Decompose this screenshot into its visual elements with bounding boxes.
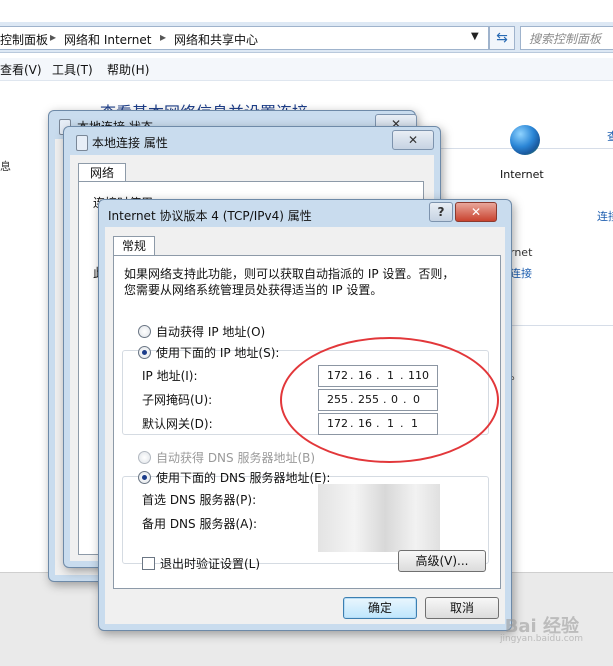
close-button[interactable]: ✕ (455, 202, 497, 222)
radio-manual-ip[interactable] (138, 346, 151, 359)
ipv4-dialog-title: Internet 协议版本 4 (TCP/IPv4) 属性 (108, 209, 312, 223)
radio-auto-ip[interactable] (138, 325, 151, 338)
side-link-fragment[interactable]: 查 (607, 128, 613, 144)
description-line-1: 如果网络支持此功能，则可以获取自动指派的 IP 设置。否则， (124, 267, 455, 281)
ip-address-label: IP 地址(I): (142, 369, 198, 383)
dns-fields-redacted[interactable] (318, 524, 440, 552)
dns-fields-redacted[interactable] (318, 484, 440, 528)
breadcrumb-control-panel[interactable]: 控制面板 (0, 31, 48, 48)
search-input[interactable]: 搜索控制面板 (520, 26, 613, 50)
subnet-mask-label: 子网掩码(U): (142, 393, 213, 407)
refresh-icon[interactable]: ⇆ (489, 26, 515, 50)
network-link-fragment[interactable]: 连接 (510, 265, 532, 281)
watermark-url: jingyan.baidu.com (499, 634, 583, 644)
address-dropdown-icon[interactable]: ▼ (471, 31, 479, 42)
menu-tools[interactable]: 工具(T) (52, 61, 93, 78)
radio-manual-dns[interactable] (138, 471, 151, 484)
gateway-label: 默认网关(D): (142, 417, 213, 431)
validate-checkbox[interactable] (142, 557, 155, 570)
address-bar: 控制面板 ▸ 网络和 Internet ▸ 网络和共享中心 ▼ ⇆ 搜索控制面板 (0, 22, 613, 53)
close-icon[interactable]: ✕ (392, 130, 434, 150)
breadcrumb-separator-icon[interactable]: ▸ (160, 30, 166, 44)
alternate-dns-label: 备用 DNS 服务器(A): (142, 517, 258, 531)
help-button[interactable]: ? (429, 202, 453, 222)
side-link-fragment[interactable]: 连接 (597, 208, 613, 224)
internet-globe-icon (510, 125, 540, 155)
breadcrumb-separator-icon[interactable]: ▸ (50, 30, 56, 44)
cancel-button[interactable]: 取消 (425, 597, 499, 619)
properties-window-title: 本地连接 属性 (92, 136, 168, 150)
tab-general[interactable]: 常规 (113, 236, 155, 256)
radio-manual-dns-label[interactable]: 使用下面的 DNS 服务器地址(E): (156, 469, 330, 486)
menu-bar: 查看(V) 工具(T) 帮助(H) (0, 58, 613, 81)
preferred-dns-label: 首选 DNS 服务器(P): (142, 493, 257, 507)
internet-label: Internet (500, 168, 544, 181)
breadcrumb-sharing-center[interactable]: 网络和共享中心 (174, 31, 258, 48)
network-type-fragment: rnet (510, 246, 533, 259)
ok-button[interactable]: 确定 (343, 597, 417, 619)
validate-checkbox-label[interactable]: 退出时验证设置(L) (160, 555, 260, 572)
search-placeholder: 搜索控制面板 (529, 32, 602, 46)
radio-manual-ip-label[interactable]: 使用下面的 IP 地址(S): (156, 344, 279, 361)
highlight-ellipse (280, 337, 499, 463)
menu-view[interactable]: 查看(V) (0, 61, 42, 78)
network-adapter-icon (76, 135, 88, 151)
radio-auto-dns[interactable] (138, 451, 151, 464)
advanced-button[interactable]: 高级(V)... (398, 550, 486, 572)
tab-network[interactable]: 网络 (78, 163, 126, 182)
divider (510, 325, 613, 326)
breadcrumb-network-internet[interactable]: 网络和 Internet (64, 31, 151, 48)
radio-auto-ip-label[interactable]: 自动获得 IP 地址(O) (156, 323, 265, 340)
address-field[interactable]: 控制面板 ▸ 网络和 Internet ▸ 网络和共享中心 ▼ (0, 26, 489, 50)
menu-help[interactable]: 帮助(H) (107, 61, 149, 78)
description-line-2: 您需要从网络系统管理员处获得适当的 IP 设置。 (124, 283, 383, 297)
radio-auto-dns-label[interactable]: 自动获得 DNS 服务器地址(B) (156, 449, 315, 466)
left-pane-fragment: 息 (0, 160, 11, 173)
